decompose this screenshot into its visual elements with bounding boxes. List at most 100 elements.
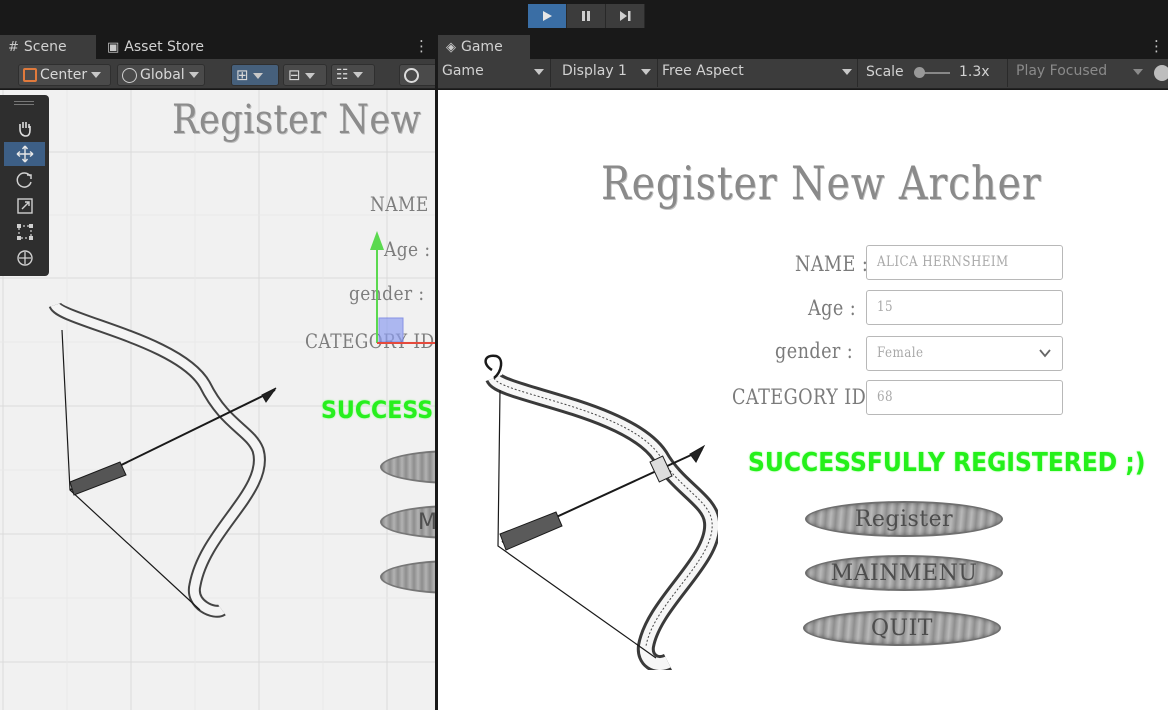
tab-asset-store-label: Asset Store (124, 39, 205, 55)
tab-asset-store[interactable]: ▣ Asset Store (99, 35, 229, 59)
chevron-down-icon (188, 72, 199, 78)
hand-tool[interactable] (4, 116, 45, 140)
register-label: Register (854, 507, 954, 532)
game-menu-icon[interactable]: ⋮ (1149, 36, 1164, 56)
success-message: SUCCESSFULLY REGISTERED ;) (748, 448, 1146, 478)
label-name: NAME : (795, 252, 869, 276)
chevron-down-icon (352, 72, 363, 78)
bug-icon[interactable] (1154, 65, 1168, 81)
scene-view[interactable]: Register New NAME : Age : gender : CATEG… (0, 90, 435, 710)
form-title: Register New Archer (601, 156, 1042, 210)
pause-button[interactable] (567, 4, 606, 28)
sphere-icon (404, 67, 419, 83)
grid-snap-button[interactable]: ⊞ (231, 64, 279, 86)
game-toolbar: Game Display 1 Free Aspect Scale 1.3x Pl… (438, 59, 1168, 89)
ruler-icon: ☷ (336, 67, 349, 83)
separator (550, 59, 551, 87)
tab-game[interactable]: ◈ Game (438, 35, 530, 59)
game-mode-dropdown[interactable]: Game (442, 63, 484, 79)
separator (657, 59, 658, 87)
play-controls (528, 4, 645, 28)
bag-icon: ▣ (107, 40, 120, 55)
label-category: CATEGORY ID : (732, 385, 879, 409)
name-field[interactable]: ALICA HERNSHEIM (866, 245, 1063, 280)
space-label: Global (140, 67, 185, 83)
display-label: Display 1 (562, 63, 627, 79)
move-gizmo[interactable] (366, 228, 435, 348)
mainmenu-button[interactable]: MAINMENU (805, 555, 1003, 591)
scale-tool[interactable] (4, 194, 45, 218)
separator (857, 59, 858, 87)
gamepad-icon: ◈ (446, 40, 456, 55)
chevron-down-icon (534, 69, 544, 75)
aspect-dropdown[interactable]: Free Aspect (662, 63, 744, 79)
age-field[interactable]: 15 (866, 290, 1063, 325)
drag-handle[interactable] (14, 101, 34, 105)
snap-settings-button[interactable]: ☷ (331, 64, 375, 86)
globe-icon (122, 67, 137, 83)
move-tool[interactable] (4, 142, 45, 166)
rotate-tool[interactable] (4, 168, 45, 192)
play-focused-dropdown[interactable]: Play Focused (1016, 63, 1107, 79)
name-value: ALICA HERNSHEIM (877, 254, 1009, 270)
scene-tabbar: # Scene ▣ Asset Store (0, 35, 435, 59)
pivot-dropdown[interactable]: Center (18, 64, 111, 86)
play-focused-label: Play Focused (1016, 63, 1108, 79)
quit-label: QUIT (871, 616, 933, 641)
shading-mode-button[interactable] (399, 64, 439, 86)
scene-toolbar: Center Global ⊞ ⊟ ☷ (0, 59, 439, 89)
scale-value: 1.3x (959, 64, 990, 80)
step-button[interactable] (606, 4, 645, 28)
grid-icon: # (8, 40, 19, 55)
pivot-icon (23, 68, 37, 82)
play-button[interactable] (528, 4, 567, 28)
game-tabbar: ◈ Game (438, 35, 1168, 59)
step-icon (620, 11, 631, 21)
category-field[interactable]: 68 (866, 380, 1063, 415)
transform-icon (16, 250, 33, 266)
pivot-label: Center (40, 67, 88, 83)
scene-title: Register New (172, 97, 422, 143)
rotate-icon (16, 172, 32, 188)
space-dropdown[interactable]: Global (117, 64, 205, 86)
pause-icon (582, 11, 590, 21)
tab-game-label: Game (461, 39, 503, 55)
rect-tool[interactable] (4, 220, 45, 244)
rect-icon (16, 224, 33, 240)
magnet-icon: ⊟ (288, 66, 301, 84)
scene-mainmenu-label: M (418, 510, 435, 535)
game-mode-label: Game (442, 63, 484, 79)
bow-illustration (48, 300, 277, 618)
age-value: 15 (877, 299, 894, 315)
grid-snap-icon: ⊞ (236, 66, 249, 84)
gender-value: Female (877, 345, 924, 361)
chevron-down-icon (1039, 349, 1051, 358)
register-button[interactable]: Register (805, 501, 1003, 537)
separator (1007, 59, 1008, 87)
hand-icon (18, 122, 31, 137)
scene-success-text: SUCCESSF (321, 396, 435, 424)
quit-button[interactable]: QUIT (803, 610, 1001, 646)
play-icon (543, 11, 552, 21)
transform-tool[interactable] (4, 246, 45, 270)
mainmenu-label: MAINMENU (830, 561, 978, 586)
chevron-down-icon (641, 69, 651, 75)
chevron-down-icon (1133, 69, 1143, 75)
scene-label-name: NAME : (370, 192, 435, 216)
aspect-label: Free Aspect (662, 63, 744, 79)
display-dropdown[interactable]: Display 1 (562, 63, 627, 79)
chevron-down-icon (91, 72, 102, 78)
chevron-down-icon (304, 73, 315, 79)
scale-slider-thumb[interactable] (914, 67, 925, 78)
category-value: 68 (877, 389, 894, 405)
bow-illustration (484, 354, 718, 670)
scene-menu-icon[interactable]: ⋮ (414, 36, 429, 56)
chevron-down-icon (842, 69, 852, 75)
game-view: Register New Archer NAME : Age : gender … (438, 90, 1168, 710)
scale-icon (16, 198, 33, 214)
tab-scene[interactable]: # Scene (0, 35, 96, 59)
increment-snap-button[interactable]: ⊟ (283, 64, 327, 86)
tab-scene-label: Scene (23, 39, 67, 55)
gender-select[interactable]: Female (866, 336, 1063, 371)
label-age: Age : (808, 296, 857, 320)
